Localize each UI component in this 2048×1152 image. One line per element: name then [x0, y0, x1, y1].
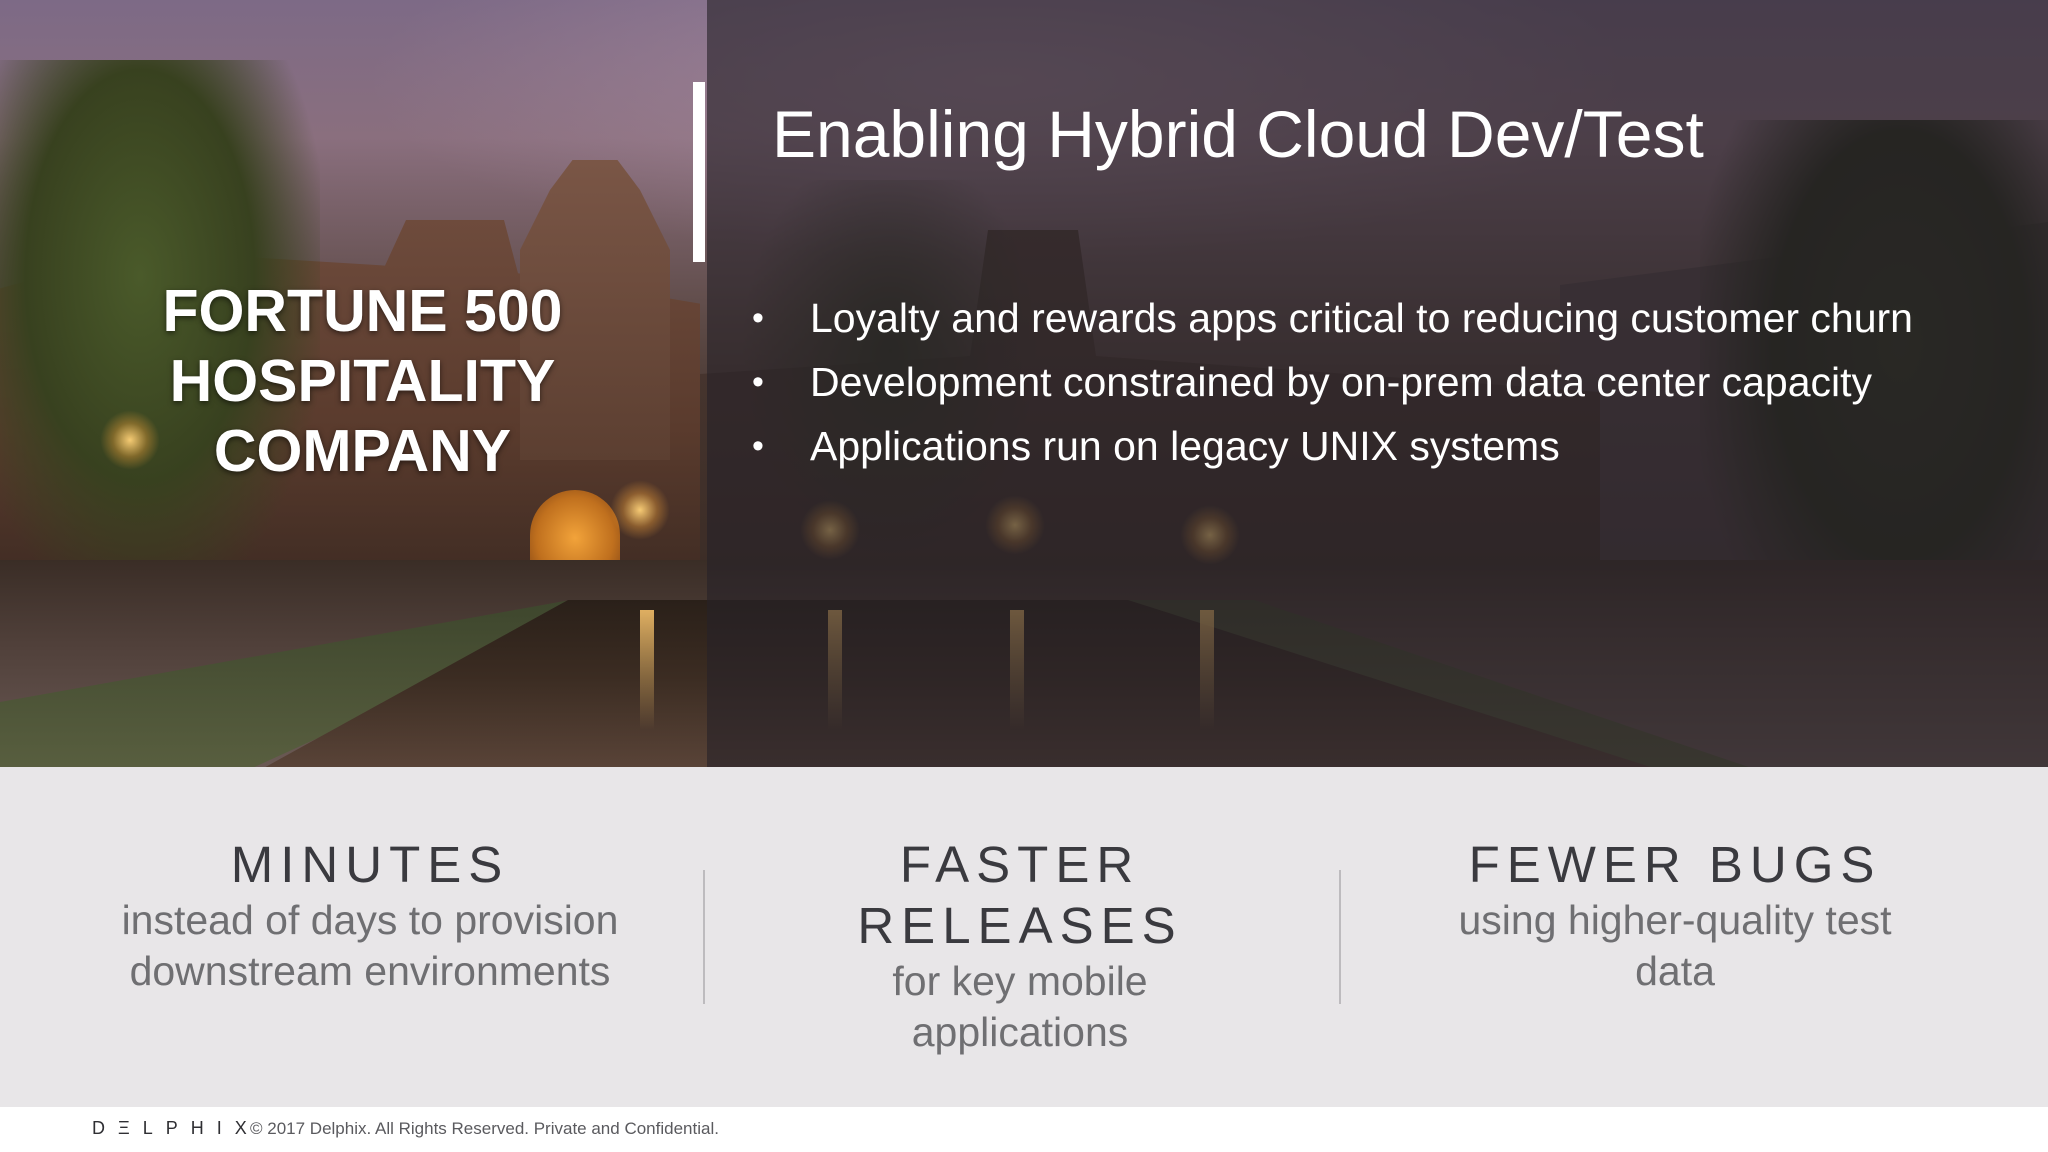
challenge-text: Applications run on legacy UNIX systems: [810, 423, 1560, 469]
divider: [1339, 870, 1341, 1004]
company-line: COMPANY: [213, 418, 512, 484]
stat-description: data: [1635, 948, 1715, 994]
company-line: HOSPITALITY: [169, 348, 556, 414]
bullet-dot-icon: •: [752, 363, 764, 401]
bullet-dot-icon: •: [752, 299, 764, 337]
divider: [703, 870, 705, 1004]
stat-fewer-bugs: FEWER BUGS using higher-quality test dat…: [1395, 834, 1955, 997]
stat-minutes: MINUTES instead of days to provision dow…: [80, 834, 660, 997]
copyright-notice: © 2017 Delphix. All Rights Reserved. Pri…: [250, 1119, 719, 1138]
stat-headline: FASTER: [899, 836, 1141, 893]
footer: DΞLPHIX © 2017 Delphix. All Rights Reser…: [0, 1107, 2048, 1152]
stat-headline: MINUTES: [230, 836, 510, 893]
stat-headline: FEWER BUGS: [1468, 836, 1882, 893]
challenge-item: • Development constrained by on-prem dat…: [752, 350, 1913, 414]
results-band: MINUTES instead of days to provision dow…: [0, 767, 2048, 1107]
challenge-text: Loyalty and rewards apps critical to red…: [810, 295, 1913, 341]
stat-description: downstream environments: [129, 948, 611, 994]
stat-description: using higher-quality test: [1458, 897, 1892, 943]
slide: FORTUNE 500 HOSPITALITY COMPANY Enabling…: [0, 0, 2048, 1152]
challenge-text: Development constrained by on-prem data …: [810, 359, 1873, 405]
stat-headline: RELEASES: [857, 897, 1183, 954]
stat-description: instead of days to provision: [121, 897, 619, 943]
slide-title: Enabling Hybrid Cloud Dev/Test: [772, 97, 1704, 171]
stat-description: for key mobile: [892, 958, 1148, 1004]
bullet-dot-icon: •: [752, 427, 764, 465]
stat-faster-releases: FASTER RELEASES for key mobile applicati…: [760, 834, 1280, 1058]
company-line: FORTUNE 500: [162, 278, 563, 344]
company-name: FORTUNE 500 HOSPITALITY COMPANY: [90, 276, 635, 486]
accent-bar: [693, 82, 705, 262]
stat-description: applications: [911, 1009, 1129, 1055]
challenge-item: • Applications run on legacy UNIX system…: [752, 414, 1913, 478]
challenge-item: • Loyalty and rewards apps critical to r…: [752, 286, 1913, 350]
challenge-list: • Loyalty and rewards apps critical to r…: [752, 286, 1913, 478]
delphix-logo: DΞLPHIX: [92, 1118, 260, 1138]
